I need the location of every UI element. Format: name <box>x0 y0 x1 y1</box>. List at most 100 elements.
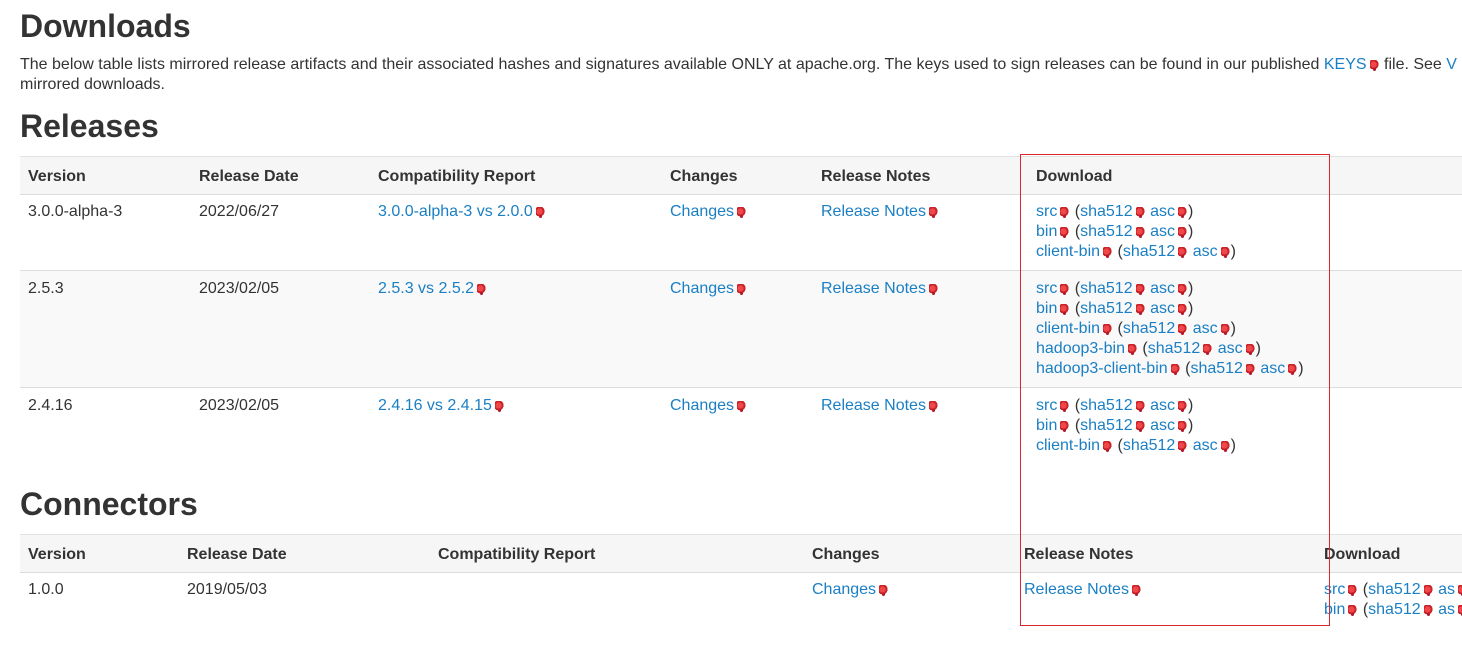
col-version: Version <box>28 546 86 563</box>
download-hadoop3-client-bin-link[interactable]: hadoop3-client-bin <box>1036 360 1168 377</box>
compat-report-cell: 2.5.3 vs 2.5.2 <box>378 279 487 299</box>
sha512-link[interactable]: sha512 <box>1080 300 1133 317</box>
close-paren: ) <box>1188 417 1194 434</box>
sha512-link[interactable]: sha512 <box>1123 243 1176 260</box>
asc-link[interactable]: asc <box>1150 223 1175 240</box>
sha512-link[interactable]: sha512 <box>1368 581 1421 598</box>
compat-report-link[interactable]: 2.4.16 vs 2.4.15 <box>378 397 492 414</box>
external-link-icon <box>1103 324 1113 335</box>
changes-link[interactable]: Changes <box>670 203 734 220</box>
releases-table-header: Version Release Date Compatibility Repor… <box>20 156 1462 195</box>
asc-link[interactable]: as <box>1438 601 1455 618</box>
table-row: 3.0.0-alpha-3 2022/06/27 3.0.0-alpha-3 vs … <box>20 194 1462 271</box>
download-hadoop3-bin-link[interactable]: hadoop3-bin <box>1036 340 1125 357</box>
download-bin-link[interactable]: bin <box>1036 223 1057 240</box>
close-paren: ) <box>1298 360 1304 377</box>
external-link-icon <box>928 401 938 412</box>
close-paren: ) <box>1187 203 1194 220</box>
verify-link[interactable]: V <box>1446 56 1457 73</box>
external-link-icon <box>879 585 889 596</box>
asc-link[interactable]: asc <box>1193 320 1218 337</box>
close-paren: ) <box>1188 300 1194 317</box>
changes-cell: Changes <box>670 202 747 222</box>
external-link-icon <box>1423 585 1433 596</box>
changes-link[interactable]: Changes <box>670 280 734 297</box>
intro-text: The below table lists mirrored release a… <box>20 56 1324 73</box>
col-download: Download <box>1036 168 1113 185</box>
external-link-icon <box>737 284 747 295</box>
col-changes: Changes <box>812 546 880 563</box>
asc-link[interactable]: asc <box>1150 300 1175 317</box>
table-row: 2.4.16 2023/02/05 2.4.16 vs 2.4.15 Changes R… <box>20 388 1462 464</box>
release-date-cell: 2023/02/05 <box>199 397 280 414</box>
sha512-link[interactable]: sha512 <box>1123 437 1176 454</box>
download-client-bin-link[interactable]: client-bin <box>1036 320 1100 337</box>
sha512-link[interactable]: sha512 <box>1080 417 1133 434</box>
download-src-link[interactable]: src <box>1036 397 1057 414</box>
close-paren: ) <box>1255 340 1261 357</box>
download-cell: src (sha512 asc) bin (sha512 asc) client-b… <box>1036 202 1236 262</box>
asc-link[interactable]: asc <box>1150 280 1175 297</box>
download-item: bin (sha512 asc) <box>1036 416 1236 436</box>
sha512-link[interactable]: sha512 <box>1368 601 1421 618</box>
changes-link[interactable]: Changes <box>670 397 734 414</box>
sha512-link[interactable]: sha512 <box>1080 203 1133 220</box>
download-client-bin-link[interactable]: client-bin <box>1036 437 1100 454</box>
release-date-cell: 2019/05/03 <box>187 581 268 598</box>
download-src-link[interactable]: src <box>1324 581 1345 598</box>
sha512-link[interactable]: sha512 <box>1080 280 1133 297</box>
asc-link[interactable]: as <box>1438 581 1455 598</box>
asc-link[interactable]: asc <box>1193 437 1218 454</box>
compat-report-link[interactable]: 3.0.0-alpha-3 vs 2.0.0 <box>378 203 533 220</box>
external-link-icon <box>1177 207 1187 218</box>
asc-link[interactable]: asc <box>1193 243 1218 260</box>
intro-paragraph-line2: mirrored downloads. <box>20 76 165 93</box>
download-item: src (sha512 asc) <box>1036 202 1236 222</box>
col-release-date: Release Date <box>187 546 287 563</box>
sha512-link[interactable]: sha512 <box>1123 320 1176 337</box>
download-item: bin (sha512 asc) <box>1036 222 1236 242</box>
download-bin-link[interactable]: bin <box>1036 417 1057 434</box>
asc-link[interactable]: asc <box>1260 360 1285 377</box>
external-link-icon <box>1288 364 1298 375</box>
release-notes-link[interactable]: Release Notes <box>821 203 926 220</box>
sha512-link[interactable]: sha512 <box>1190 360 1243 377</box>
external-link-icon <box>1060 421 1070 432</box>
changes-link[interactable]: Changes <box>812 581 876 598</box>
asc-link[interactable]: asc <box>1150 203 1175 220</box>
external-link-icon <box>1457 585 1462 596</box>
compat-report-link[interactable]: 2.5.3 vs 2.5.2 <box>378 280 474 297</box>
changes-cell: Changes <box>812 580 889 600</box>
external-link-icon <box>1135 207 1145 218</box>
keys-link[interactable]: KEYS <box>1324 56 1367 73</box>
asc-link[interactable]: asc <box>1150 397 1175 414</box>
external-link-icon <box>1348 585 1358 596</box>
download-src-link[interactable]: src <box>1036 203 1057 220</box>
asc-link[interactable]: asc <box>1218 340 1243 357</box>
external-link-icon <box>1060 304 1070 315</box>
download-bin-link[interactable]: bin <box>1036 300 1057 317</box>
col-compat-report: Compatibility Report <box>438 546 596 563</box>
asc-link[interactable]: asc <box>1150 417 1175 434</box>
intro-paragraph: The below table lists mirrored release a… <box>20 55 1460 75</box>
download-src-link[interactable]: src <box>1036 280 1057 297</box>
download-item: client-bin (sha512 asc) <box>1036 242 1236 262</box>
download-cell: src (sha512 asc) bin (sha512 asc) client-b… <box>1036 279 1304 379</box>
close-paren: ) <box>1230 320 1236 337</box>
table-row: 2.5.3 2023/02/05 2.5.3 vs 2.5.2 Changes Rele… <box>20 271 1462 388</box>
close-paren: ) <box>1187 397 1194 414</box>
external-link-icon <box>1127 344 1137 355</box>
external-link-icon <box>1369 60 1379 71</box>
external-link-icon <box>1170 364 1180 375</box>
download-client-bin-link[interactable]: client-bin <box>1036 243 1100 260</box>
release-notes-link[interactable]: Release Notes <box>1024 581 1129 598</box>
col-release-notes: Release Notes <box>1024 546 1134 563</box>
release-notes-link[interactable]: Release Notes <box>821 397 926 414</box>
release-notes-link[interactable]: Release Notes <box>821 280 926 297</box>
sha512-link[interactable]: sha512 <box>1080 223 1133 240</box>
external-link-icon <box>1178 304 1187 315</box>
release-date-cell: 2023/02/05 <box>199 280 280 297</box>
sha512-link[interactable]: sha512 <box>1148 340 1201 357</box>
download-bin-link[interactable]: bin <box>1324 601 1345 618</box>
sha512-link[interactable]: sha512 <box>1080 397 1133 414</box>
